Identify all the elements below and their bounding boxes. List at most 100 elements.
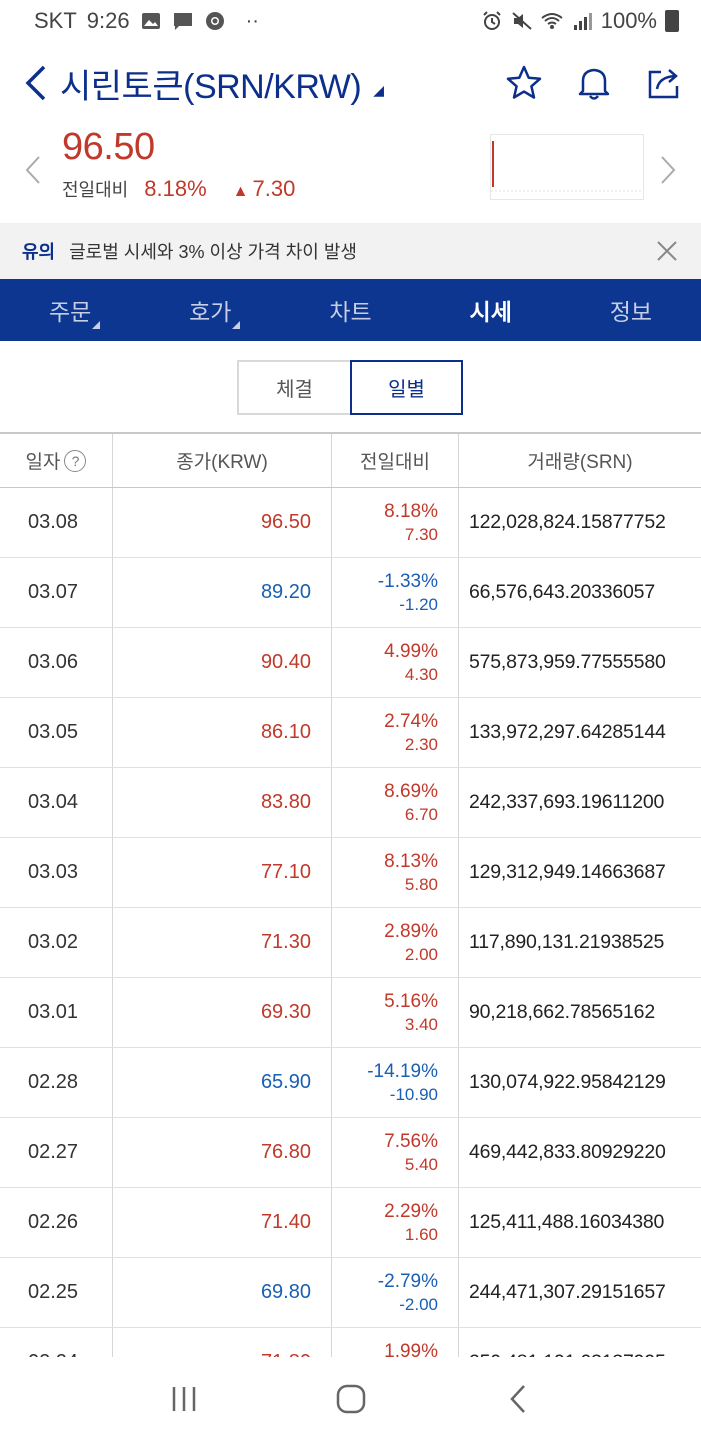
carrier-label: SKT (34, 8, 77, 33)
table-row: 02.26 71.40 2.29% 1.60 125,411,488.16034380 (0, 1188, 701, 1258)
tab-info[interactable]: 정보 (561, 279, 701, 341)
table-body: 03.08 96.50 8.18% 7.30 122,028,824.15877752 0… (0, 488, 701, 1357)
row-close-price: 71.30 (113, 908, 332, 977)
signal-icon (573, 13, 592, 30)
row-change: 8.69% 6.70 (332, 768, 459, 837)
gallery-icon (141, 13, 160, 29)
row-change-amount: 6.70 (404, 804, 438, 824)
tab-label: 주문 (48, 299, 92, 325)
caution-tag: 유의 (22, 242, 56, 262)
chevron-right-icon (661, 156, 676, 184)
price-summary: 96.50 전일대비 8.18% ▲ 7.30 (0, 120, 701, 220)
tab-market-price[interactable]: 시세 (421, 279, 561, 341)
current-price: 96.50 (62, 126, 155, 168)
close-icon[interactable] (653, 237, 681, 265)
row-change-percent: -2.79% (377, 1270, 438, 1292)
row-change-percent: 4.99% (384, 640, 438, 662)
row-volume: 90,218,662.78565162 (469, 1001, 655, 1023)
favorite-button[interactable] (503, 62, 545, 104)
row-close-price: 86.10 (113, 698, 332, 767)
page-title: 시린토큰(SRN/KRW) (60, 67, 362, 106)
tab-label: 시세 (469, 299, 512, 325)
row-close-price: 65.90 (113, 1048, 332, 1117)
row-date: 03.07 (0, 558, 113, 627)
prev-coin-button[interactable] (18, 150, 48, 190)
row-change-amount: 2.00 (404, 944, 438, 964)
recent-apps-button[interactable] (154, 1374, 214, 1424)
star-icon (506, 65, 542, 99)
mini-chart[interactable] (490, 134, 644, 200)
header-close: 종가(KRW) (113, 434, 332, 487)
tab-bar: 주문 호가 차트 시세 정보 (0, 279, 701, 341)
table-row: 03.04 83.80 8.69% 6.70 242,337,693.19611200 (0, 768, 701, 838)
row-change-amount: 7.30 (404, 524, 438, 544)
tab-chart[interactable]: 차트 (280, 279, 420, 341)
home-button[interactable] (321, 1374, 381, 1424)
row-change-amount: -1.20 (399, 594, 438, 614)
tab-orderbook[interactable]: 호가 (140, 279, 280, 341)
coin-selector[interactable]: 시린토큰(SRN/KRW) ◢ (60, 59, 384, 108)
battery-level: 100% (600, 8, 657, 33)
toggle-daily[interactable]: 일별 (350, 360, 463, 415)
row-change: 5.16% 3.40 (332, 978, 459, 1047)
table-row: 03.08 96.50 8.18% 7.30 122,028,824.15877752 (0, 488, 701, 558)
share-icon (648, 69, 679, 99)
chevron-left-icon (25, 156, 40, 184)
row-close-price: 71.80 (113, 1328, 332, 1357)
row-date: 03.02 (0, 908, 113, 977)
back-arrow-icon (509, 1384, 525, 1413)
row-change: 7.56% 5.40 (332, 1118, 459, 1187)
row-close-price: 76.80 (113, 1118, 332, 1187)
row-change-amount: 5.40 (404, 1154, 438, 1174)
row-close-price: 89.20 (113, 558, 332, 627)
change-label: 전일대비 (62, 180, 129, 200)
change-amount: 7.30 (252, 176, 296, 201)
row-change-percent: 2.74% (384, 710, 438, 732)
wifi-icon (541, 13, 563, 29)
caution-message: 글로벌 시세와 3% 이상 가격 차이 발생 (69, 242, 357, 262)
row-close-price: 83.80 (113, 768, 332, 837)
share-button[interactable] (643, 62, 685, 104)
row-date: 03.05 (0, 698, 113, 767)
row-change: 2.74% 2.30 (332, 698, 459, 767)
row-close-price: 69.30 (113, 978, 332, 1047)
table-row: 03.03 77.10 8.13% 5.80 129,312,949.14663687 (0, 838, 701, 908)
period-toggle: 체결 일별 (237, 360, 463, 415)
table-row: 03.01 69.30 5.16% 3.40 90,218,662.78565162 (0, 978, 701, 1048)
row-volume: 250,481,191.03137995 (459, 1328, 701, 1357)
row-change: 1.99%1.40 (332, 1328, 459, 1357)
row-volume: 575,873,959.77555580 (469, 651, 666, 673)
row-date: 02.26 (0, 1188, 113, 1257)
recents-icon (172, 1386, 195, 1411)
next-coin-button[interactable] (653, 150, 683, 190)
tab-label: 호가 (189, 299, 232, 325)
daily-price-table[interactable]: 일자 ? 종가(KRW) 전일대비 거래량(SRN) 03.08 96.50 8.1… (0, 432, 701, 1357)
help-icon[interactable]: ? (64, 449, 87, 472)
toggle-trades[interactable]: 체결 (237, 360, 350, 415)
system-nav-bar (0, 1357, 701, 1440)
chevron-left-icon (25, 65, 46, 101)
row-change-amount: 1.60 (404, 1224, 438, 1244)
row-change: 2.29% 1.60 (332, 1188, 459, 1257)
header-diff: 전일대비 (332, 434, 459, 487)
back-nav-button[interactable] (488, 1374, 548, 1424)
row-volume: 66,576,643.20336057 (469, 581, 655, 603)
row-volume: 129,312,949.14663687 (469, 861, 666, 883)
row-date: 02.27 (0, 1118, 113, 1187)
caret-down-icon: ◢ (373, 81, 384, 98)
row-date: 03.01 (0, 978, 113, 1047)
tab-order[interactable]: 주문 (0, 279, 140, 341)
row-date: 02.24 (0, 1328, 113, 1357)
row-change-amount: 3.40 (404, 1014, 438, 1034)
alert-button[interactable] (573, 62, 615, 104)
row-change-amount: 5.80 (404, 874, 438, 894)
row-change-percent: 8.18% (384, 500, 438, 522)
back-button[interactable] (10, 53, 60, 113)
chrome-icon (205, 12, 224, 30)
row-date: 02.25 (0, 1258, 113, 1327)
row-volume: 469,442,833.80929220 (469, 1141, 666, 1163)
header-date: 일자 ? (0, 434, 113, 487)
row-change: 4.99% 4.30 (332, 628, 459, 697)
status-bar: SKT 9:26 ·· 100% (0, 0, 701, 42)
row-date: 02.28 (0, 1048, 113, 1117)
